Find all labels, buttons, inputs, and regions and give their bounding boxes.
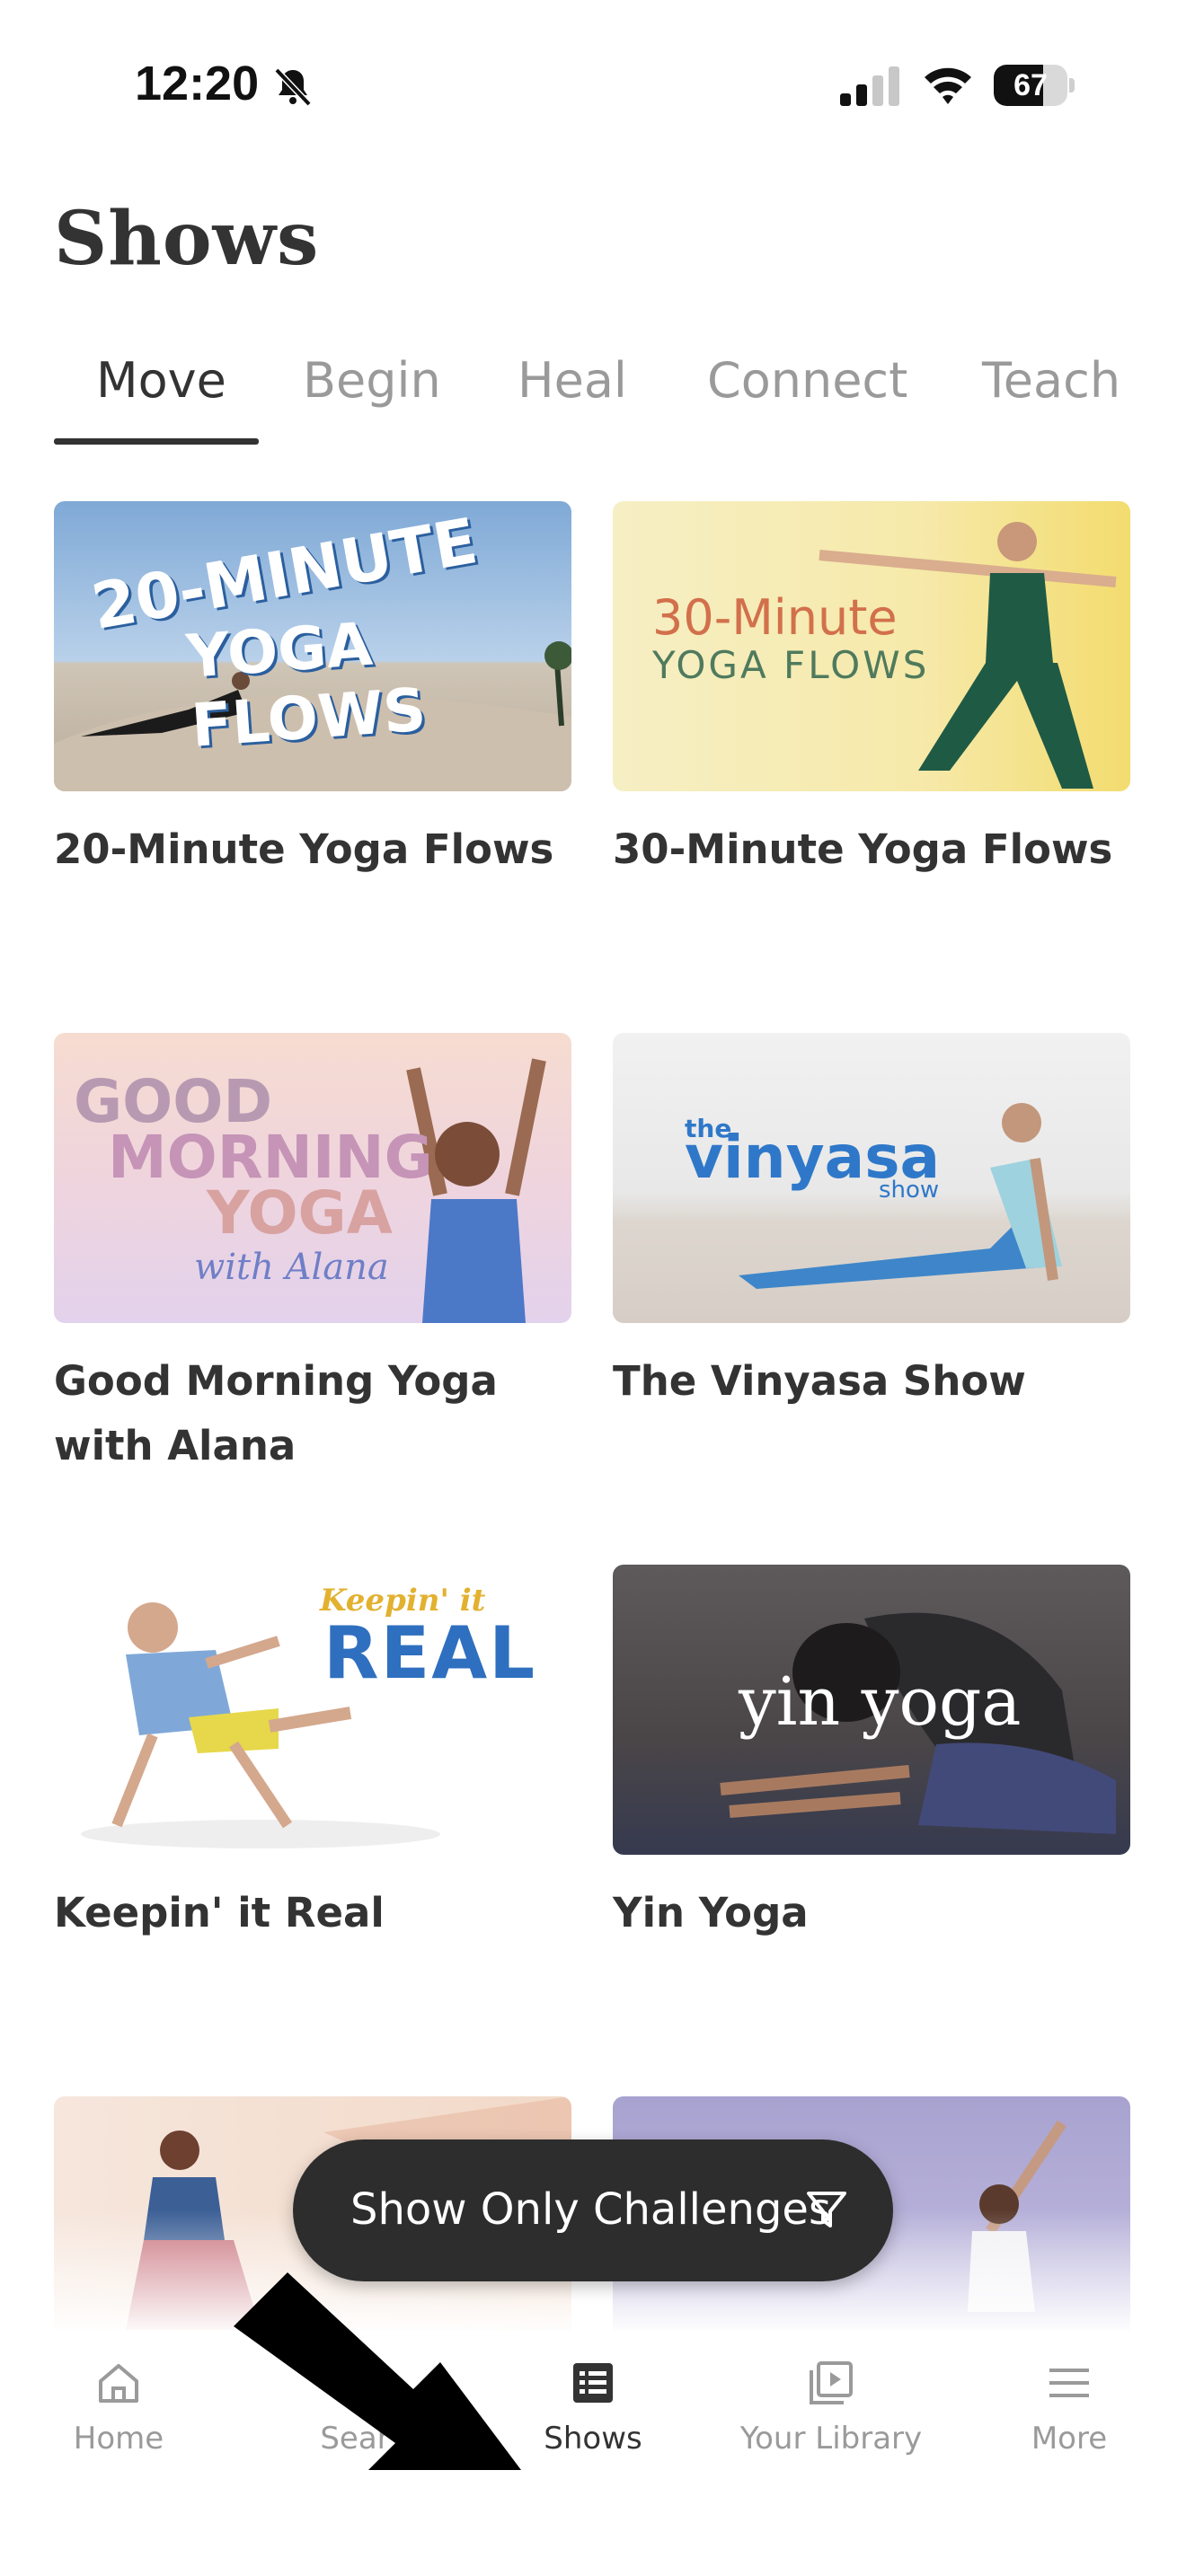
tabbar-more[interactable]: More: [970, 2358, 1168, 2457]
annotation-arrow-icon: [234, 2272, 521, 2470]
show-art-line: YOGA: [207, 1178, 393, 1248]
show-art-line: YOGA FLOWS: [652, 643, 930, 687]
show-only-challenges-button[interactable]: Show Only Challenges: [293, 2139, 893, 2281]
show-thumbnail[interactable]: the vinyasa show: [613, 1033, 1130, 1323]
wifi-icon: [925, 67, 971, 104]
tabbar-your-library[interactable]: Your Library: [732, 2358, 930, 2457]
shows-icon: [573, 2363, 613, 2403]
bottom-tab-bar: Home Sear Shows Your Library More: [0, 2331, 1186, 2576]
tab-connect[interactable]: Connect: [707, 352, 907, 409]
tabbar-label: More: [1031, 2421, 1108, 2457]
tab-begin[interactable]: Begin: [303, 352, 441, 409]
tabbar-label: Home: [73, 2421, 164, 2457]
show-thumbnail[interactable]: yin yoga: [613, 1565, 1130, 1855]
tabbar-home[interactable]: Home: [20, 2358, 217, 2457]
filter-icon: [807, 2192, 846, 2228]
battery-indicator: 67: [994, 65, 1075, 106]
battery-body: 67: [994, 65, 1067, 106]
show-card[interactable]: the vinyasa show The Vinyasa Show: [613, 1033, 1130, 1455]
show-title[interactable]: The Vinyasa Show: [613, 1349, 1143, 1414]
tab-heal[interactable]: Heal: [518, 352, 627, 409]
home-icon: [99, 2364, 138, 2403]
show-art-line: YOGA FLOWS: [184, 609, 429, 761]
show-art-line: REAL: [323, 1611, 537, 1695]
active-tab-indicator: [54, 438, 259, 445]
show-title[interactable]: 30-Minute Yoga Flows: [613, 817, 1143, 882]
status-time: 12:20: [135, 57, 260, 110]
show-card[interactable]: yin yoga Yin Yoga: [613, 1565, 1130, 1987]
menu-icon: [1049, 2369, 1089, 2397]
show-title[interactable]: Yin Yoga: [613, 1881, 1143, 1945]
show-card[interactable]: 30-Minute YOGA FLOWS 30-Minute Yoga Flow…: [613, 501, 1130, 923]
library-icon: [810, 2361, 853, 2404]
show-art-line: show: [879, 1177, 940, 1204]
show-thumbnail[interactable]: 20-MINUTE YOGA FLOWS: [54, 501, 571, 791]
show-card[interactable]: GOOD MORNING YOGA with Alana Good Mornin…: [54, 1033, 571, 1469]
tab-teach[interactable]: Teach: [982, 352, 1120, 409]
filter-label: Show Only Challenges: [350, 2184, 831, 2235]
show-art-line: 30-Minute: [652, 589, 898, 646]
show-thumbnail[interactable]: 30-Minute YOGA FLOWS: [613, 501, 1130, 791]
instructor-pose: [81, 1602, 440, 1848]
show-title[interactable]: 20-Minute Yoga Flows: [54, 817, 584, 882]
show-title[interactable]: Keepin' it Real: [54, 1881, 584, 1945]
category-tabs: Move Begin Heal Connect Teach: [0, 341, 1186, 449]
show-art-line: with Alana: [194, 1247, 389, 1288]
tab-move[interactable]: Move: [96, 352, 226, 409]
bell-muted-icon: [274, 67, 312, 107]
page-title: Shows: [54, 196, 320, 282]
show-title[interactable]: Good Morning Yoga with Alana: [54, 1349, 584, 1478]
show-card[interactable]: Keepin' it REAL Keepin' it Real: [54, 1565, 571, 1987]
show-thumbnail[interactable]: GOOD MORNING YOGA with Alana: [54, 1033, 571, 1323]
show-card[interactable]: 20-MINUTE YOGA FLOWS 20-Minute Yoga Flow…: [54, 501, 571, 923]
tabbar-label: Your Library: [739, 2421, 923, 2457]
show-art-line: yin yoga: [739, 1663, 1022, 1741]
status-bar: 12:20 67: [0, 0, 1186, 171]
cellular-signal-icon: [840, 66, 899, 106]
battery-percent: 67: [1013, 68, 1048, 102]
show-thumbnail[interactable]: Keepin' it REAL: [54, 1565, 571, 1855]
battery-tip: [1069, 78, 1075, 93]
